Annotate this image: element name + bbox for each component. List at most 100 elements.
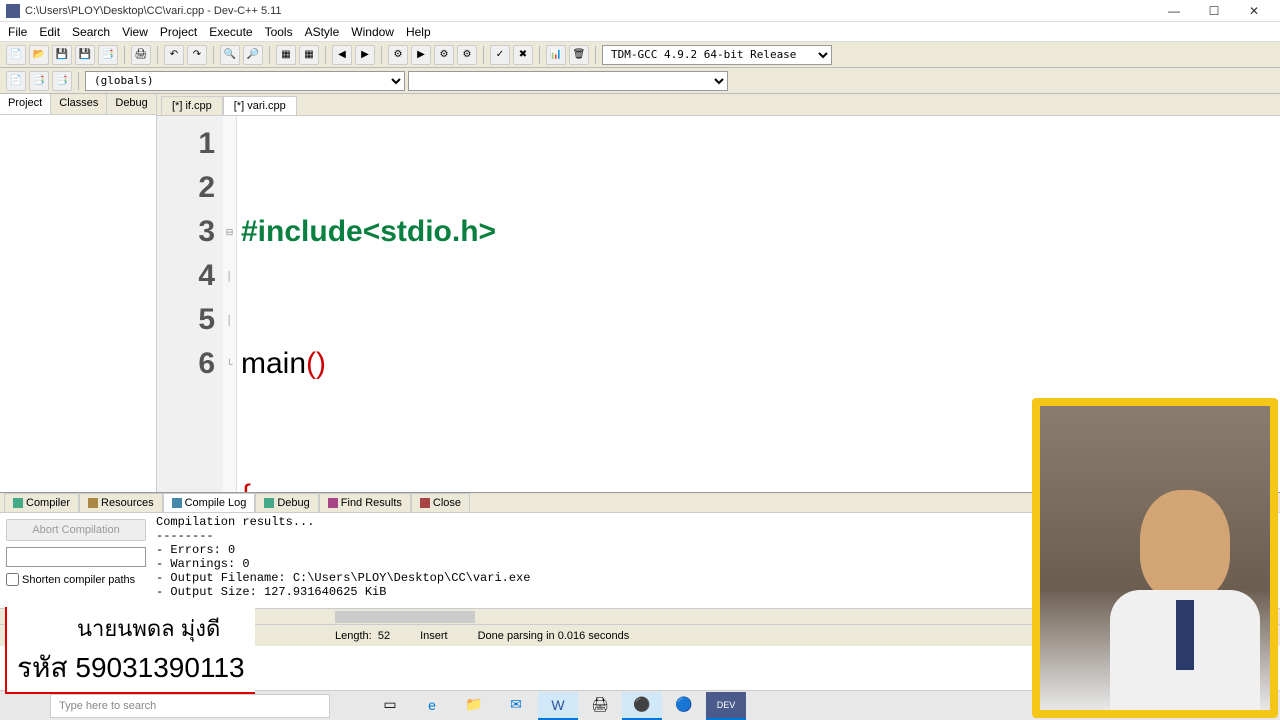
line-number: 2 xyxy=(157,166,215,210)
maximize-button[interactable]: ☐ xyxy=(1194,1,1234,21)
compile-icon[interactable]: ⚙ xyxy=(388,45,408,65)
menu-view[interactable]: View xyxy=(122,25,148,39)
scroll-thumb[interactable] xyxy=(335,611,475,623)
line-number: 4 xyxy=(157,254,215,298)
search-placeholder: Type here to search xyxy=(59,700,156,712)
tab-close[interactable]: Close xyxy=(411,493,470,512)
find-icon[interactable]: 🔍 xyxy=(220,45,240,65)
menu-tools[interactable]: Tools xyxy=(265,25,293,39)
separator xyxy=(595,46,596,64)
nav-fwd-icon[interactable]: ▶ xyxy=(355,45,375,65)
separator xyxy=(269,46,270,64)
fold-column: ⊟││└ xyxy=(223,116,237,492)
task-view-icon[interactable]: ▭ xyxy=(370,692,410,720)
goto-bookmark-icon[interactable]: 📑 xyxy=(52,71,72,91)
overlay-name-line: นายนพดล มุ่งดี xyxy=(77,611,245,646)
app-icon xyxy=(6,4,20,18)
close-file-icon[interactable]: 📑 xyxy=(98,45,118,65)
nav-back-icon[interactable]: ◀ xyxy=(332,45,352,65)
webcam-overlay xyxy=(1032,398,1278,718)
new-tab-icon[interactable]: 📄 xyxy=(6,71,26,91)
overlay-id-line: รหัส 59031390113 xyxy=(17,646,245,690)
line-number: 5 xyxy=(157,298,215,342)
menu-search[interactable]: Search xyxy=(72,25,110,39)
tab-debug[interactable]: Debug xyxy=(255,493,318,512)
titlebar: C:\Users\PLOY\Desktop\CC\vari.cpp - Dev-… xyxy=(0,0,1280,22)
separator xyxy=(325,46,326,64)
goto-icon[interactable]: ▦ xyxy=(276,45,296,65)
window-title: C:\Users\PLOY\Desktop\CC\vari.cpp - Dev-… xyxy=(25,5,1154,17)
devcpp-icon[interactable]: DEV xyxy=(706,692,746,720)
sidebar: Project Classes Debug xyxy=(0,94,157,492)
toolbar-nav: 📄 📑 📑 (globals) xyxy=(0,68,1280,94)
bookmark-icon[interactable]: 📑 xyxy=(29,71,49,91)
function-select[interactable] xyxy=(408,71,728,91)
printer-icon[interactable]: 🖨 xyxy=(580,692,620,720)
compile-controls: Abort Compilation Shorten compiler paths xyxy=(0,513,152,608)
sidebar-tab-debug[interactable]: Debug xyxy=(107,94,156,114)
obs-icon[interactable]: ⚫ xyxy=(622,692,662,720)
minimize-button[interactable]: — xyxy=(1154,1,1194,21)
compile-run-icon[interactable]: ⚙ xyxy=(434,45,454,65)
profile-icon[interactable]: 📊 xyxy=(546,45,566,65)
menu-file[interactable]: File xyxy=(8,25,27,39)
status-parse: Done parsing in 0.016 seconds xyxy=(478,630,630,642)
file-tab-vari[interactable]: [*] vari.cpp xyxy=(223,96,297,115)
print-icon[interactable]: 🖨 xyxy=(131,45,151,65)
tab-find-results[interactable]: Find Results xyxy=(319,493,411,512)
taskbar-apps: ▭ e 📁 ✉ W 🖨 ⚫ 🔵 DEV xyxy=(370,692,746,720)
separator xyxy=(78,72,79,90)
replace-icon[interactable]: 🔎 xyxy=(243,45,263,65)
sidebar-tab-project[interactable]: Project xyxy=(0,94,51,114)
compiler-select[interactable]: TDM-GCC 4.9.2 64-bit Release xyxy=(602,45,832,65)
redo-icon[interactable]: ↷ xyxy=(187,45,207,65)
file-tab-if[interactable]: [*] if.cpp xyxy=(161,96,223,115)
status-length-label: Length: xyxy=(335,630,372,642)
edge-icon[interactable]: e xyxy=(412,692,452,720)
tab-resources[interactable]: Resources xyxy=(79,493,163,512)
run-icon[interactable]: ▶ xyxy=(411,45,431,65)
globals-select[interactable]: (globals) xyxy=(85,71,405,91)
shorten-paths-label: Shorten compiler paths xyxy=(22,574,135,586)
line-number: 6 xyxy=(157,342,215,386)
sidebar-tabs: Project Classes Debug xyxy=(0,94,156,115)
debug-icon[interactable]: ✓ xyxy=(490,45,510,65)
stop-icon[interactable]: ✖ xyxy=(513,45,533,65)
chrome-icon[interactable]: 🔵 xyxy=(664,692,704,720)
undo-icon[interactable]: ↶ xyxy=(164,45,184,65)
menu-window[interactable]: Window xyxy=(351,25,394,39)
separator xyxy=(483,46,484,64)
status-length: 52 xyxy=(378,630,390,642)
tab-compiler[interactable]: Compiler xyxy=(4,493,79,512)
shorten-paths-checkbox[interactable] xyxy=(6,573,19,586)
tab-compile-log[interactable]: Compile Log xyxy=(163,493,256,512)
compile-filter-input[interactable] xyxy=(6,547,146,567)
explorer-icon[interactable]: 📁 xyxy=(454,692,494,720)
menu-project[interactable]: Project xyxy=(160,25,197,39)
menu-astyle[interactable]: AStyle xyxy=(305,25,340,39)
save-all-icon[interactable]: 💾 xyxy=(75,45,95,65)
mail-icon[interactable]: ✉ xyxy=(496,692,536,720)
word-icon[interactable]: W xyxy=(538,692,578,720)
new-file-icon[interactable]: 📄 xyxy=(6,45,26,65)
separator xyxy=(213,46,214,64)
separator xyxy=(124,46,125,64)
goto2-icon[interactable]: ▦ xyxy=(299,45,319,65)
delete-profile-icon[interactable]: 🗑 xyxy=(569,45,589,65)
close-button[interactable]: ✕ xyxy=(1234,1,1274,21)
separator xyxy=(157,46,158,64)
line-gutter: 1 2 3 4 5 6 xyxy=(157,116,223,492)
menu-edit[interactable]: Edit xyxy=(39,25,60,39)
sidebar-tab-classes[interactable]: Classes xyxy=(51,94,107,114)
taskbar-search[interactable]: Type here to search xyxy=(50,694,330,718)
save-icon[interactable]: 💾 xyxy=(52,45,72,65)
file-tabs: [*] if.cpp [*] vari.cpp xyxy=(157,94,1280,116)
separator xyxy=(381,46,382,64)
line-number: 3 xyxy=(157,210,215,254)
rebuild-icon[interactable]: ⚙ xyxy=(457,45,477,65)
menu-help[interactable]: Help xyxy=(406,25,431,39)
open-icon[interactable]: 📂 xyxy=(29,45,49,65)
menu-execute[interactable]: Execute xyxy=(209,25,252,39)
status-insert: Insert xyxy=(420,630,448,642)
abort-compilation-button[interactable]: Abort Compilation xyxy=(6,519,146,541)
